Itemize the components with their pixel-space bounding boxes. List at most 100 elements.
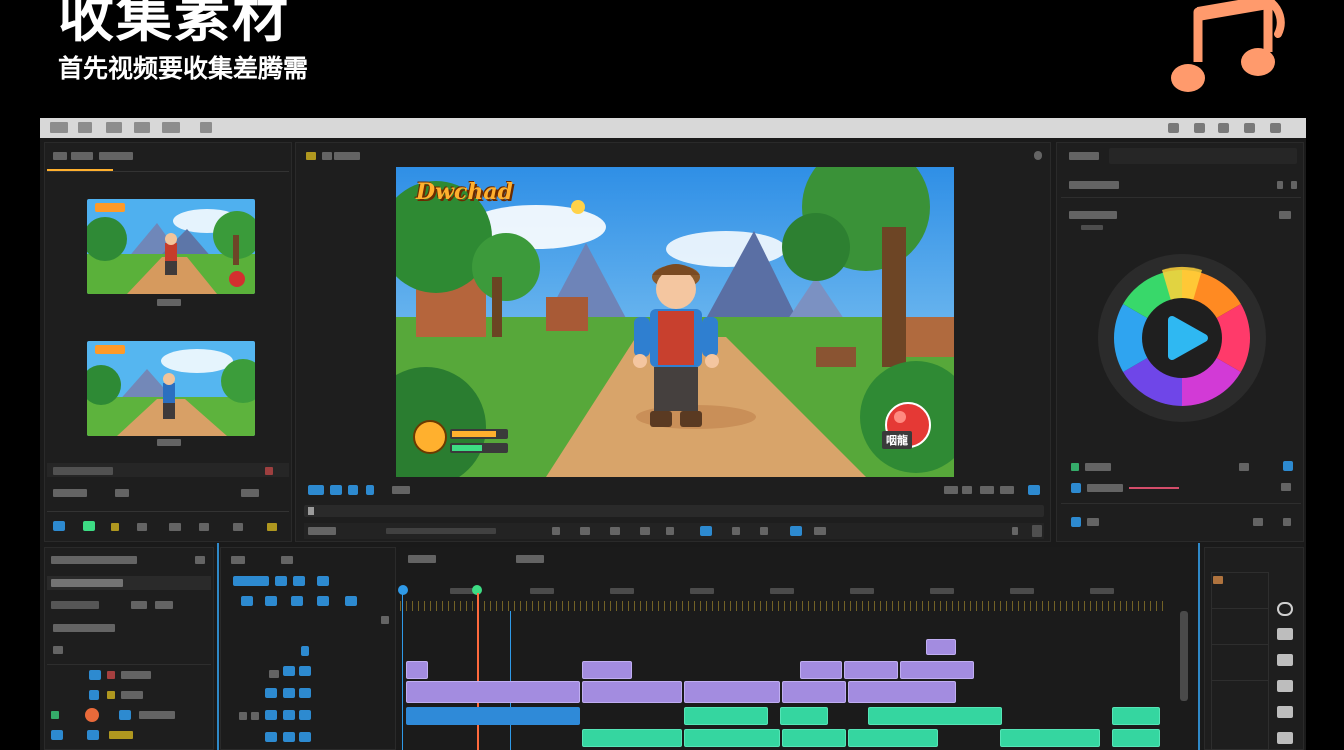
track-a1-icon[interactable] — [51, 711, 59, 719]
viewer-fit-dropdown[interactable] — [392, 486, 410, 494]
lift-icon[interactable] — [366, 485, 374, 495]
bin-tab-icon[interactable] — [53, 152, 67, 160]
effects-footer-menu[interactable] — [1283, 518, 1291, 526]
loop-icon[interactable] — [790, 526, 802, 536]
track-video-icon[interactable] — [89, 670, 101, 680]
menu-item-help[interactable] — [200, 122, 212, 133]
viewer-tab-icon[interactable] — [306, 152, 316, 160]
rewind-icon[interactable] — [610, 527, 620, 535]
track-header-v2-eye[interactable] — [299, 688, 311, 698]
track-a1-mute[interactable] — [119, 710, 131, 720]
track-header-v1-eye[interactable] — [269, 670, 279, 678]
tool-razor-icon[interactable] — [317, 596, 329, 606]
effects-section-reset-icon[interactable] — [1277, 181, 1283, 189]
viewer-more-icon[interactable] — [1012, 527, 1018, 535]
overwrite-icon[interactable] — [732, 527, 740, 535]
sequence-tab[interactable] — [408, 555, 436, 563]
track-header-v1-lock[interactable] — [283, 666, 295, 676]
track-header-a2-eye[interactable] — [299, 732, 311, 742]
panels-icon[interactable] — [1218, 123, 1229, 133]
clip-v1-2[interactable] — [582, 681, 682, 703]
mark-out-icon[interactable] — [330, 485, 342, 495]
viewer-tab-program[interactable] — [334, 152, 360, 160]
track-header-a1-s[interactable] — [251, 712, 259, 720]
clip-v2-5[interactable] — [900, 661, 974, 679]
clip-a2-1[interactable] — [582, 729, 682, 747]
audio-meter-menu-icon[interactable] — [1283, 461, 1293, 471]
tool-redo-icon[interactable] — [265, 596, 277, 606]
tool-refresh-icon[interactable] — [1277, 602, 1293, 616]
track-header-v2-toggle[interactable] — [283, 688, 295, 698]
clip-a2-4[interactable] — [848, 729, 938, 747]
viewer-safe-margins-icon[interactable] — [962, 486, 972, 494]
bin-folder-icon[interactable] — [169, 523, 181, 531]
timeline-ruler[interactable] — [400, 601, 1166, 611]
sequence-row-2[interactable] — [47, 598, 211, 612]
track-a2-mute[interactable] — [87, 730, 99, 740]
media-thumbnail-1[interactable] — [87, 199, 255, 294]
video-preview[interactable]: Dwchad 咽龍 — [396, 167, 954, 477]
menu-item-file[interactable] — [50, 122, 68, 133]
tool-comment-icon[interactable] — [1277, 628, 1293, 640]
clip-v1-4[interactable] — [782, 681, 846, 703]
track-header-a1-lock[interactable] — [265, 710, 277, 720]
effects-section-color[interactable] — [1069, 211, 1117, 219]
minimize-icon[interactable] — [1168, 123, 1179, 133]
track-lock-icon[interactable] — [53, 646, 63, 654]
clip-v2-1[interactable] — [406, 661, 428, 679]
viewer-settings-button[interactable] — [1028, 485, 1040, 495]
effects-footer-icon[interactable] — [1071, 517, 1081, 527]
track-header-scroll[interactable] — [381, 616, 389, 624]
timeline-link-toggle[interactable] — [275, 576, 287, 586]
viewer-button-editor-icon[interactable] — [1000, 486, 1014, 494]
color-wheel[interactable] — [1097, 253, 1267, 423]
effects-search-input[interactable] — [1109, 148, 1297, 164]
clip-a1-2[interactable] — [684, 707, 768, 725]
step-back-icon[interactable] — [552, 527, 560, 535]
timeline-snap-toggle[interactable] — [233, 576, 269, 586]
timeline-tab[interactable] — [231, 556, 245, 564]
clip-a2-3[interactable] — [782, 729, 846, 747]
track-a2-icon[interactable] — [51, 730, 63, 740]
fast-forward-icon[interactable] — [666, 527, 674, 535]
viewer-compare-icon[interactable] — [980, 486, 994, 494]
tool-slip-icon[interactable] — [345, 596, 357, 606]
menu-item-clip[interactable] — [106, 122, 122, 133]
bin-list-view-icon[interactable] — [53, 521, 65, 531]
viewer-zoom-bar[interactable] — [386, 528, 496, 534]
track-header-a1-toggle[interactable] — [283, 710, 295, 720]
bin-sort-icon[interactable] — [111, 523, 119, 531]
viewer-settings-icon[interactable] — [1034, 151, 1042, 160]
tool-crop-icon[interactable] — [1277, 706, 1293, 718]
track-record-icon[interactable] — [107, 671, 115, 679]
tool-undo-icon[interactable] — [241, 596, 253, 606]
sequence-row-3[interactable] — [53, 624, 115, 632]
bin-search-field[interactable] — [53, 467, 113, 475]
menu-item-edit[interactable] — [78, 122, 92, 133]
play-reverse-icon[interactable] — [580, 527, 590, 535]
window-icon[interactable] — [1244, 123, 1255, 133]
viewer-scrubber[interactable] — [304, 505, 1044, 517]
tool-export-icon[interactable] — [1277, 732, 1293, 744]
bin-tab-media[interactable] — [71, 152, 93, 160]
timeline-settings-button[interactable] — [317, 576, 329, 586]
media-thumbnail-2[interactable] — [87, 341, 255, 436]
sequence-row-1[interactable] — [47, 576, 211, 590]
play-icon[interactable] — [640, 527, 650, 535]
track-solo-icon[interactable] — [107, 691, 115, 699]
menu-item-marker[interactable] — [162, 122, 180, 133]
timeline-marker-button[interactable] — [293, 576, 305, 586]
bin-record-icon[interactable] — [265, 467, 273, 475]
clip-v2-3[interactable] — [800, 661, 842, 679]
timeline-vertical-scrollbar[interactable] — [1180, 611, 1188, 701]
track-header-a1-m[interactable] — [239, 712, 247, 720]
clip-a1-3[interactable] — [780, 707, 828, 725]
go-to-in-icon[interactable] — [348, 485, 358, 495]
clip-a1-4[interactable] — [868, 707, 1002, 725]
clip-a2-5[interactable] — [1000, 729, 1100, 747]
timeline-tab-2[interactable] — [281, 556, 293, 564]
volume-slider[interactable] — [1129, 487, 1179, 489]
clip-a1-5[interactable] — [1112, 707, 1160, 725]
effects-section-toggle-icon[interactable] — [1291, 181, 1297, 189]
clip-v2-2[interactable] — [582, 661, 632, 679]
